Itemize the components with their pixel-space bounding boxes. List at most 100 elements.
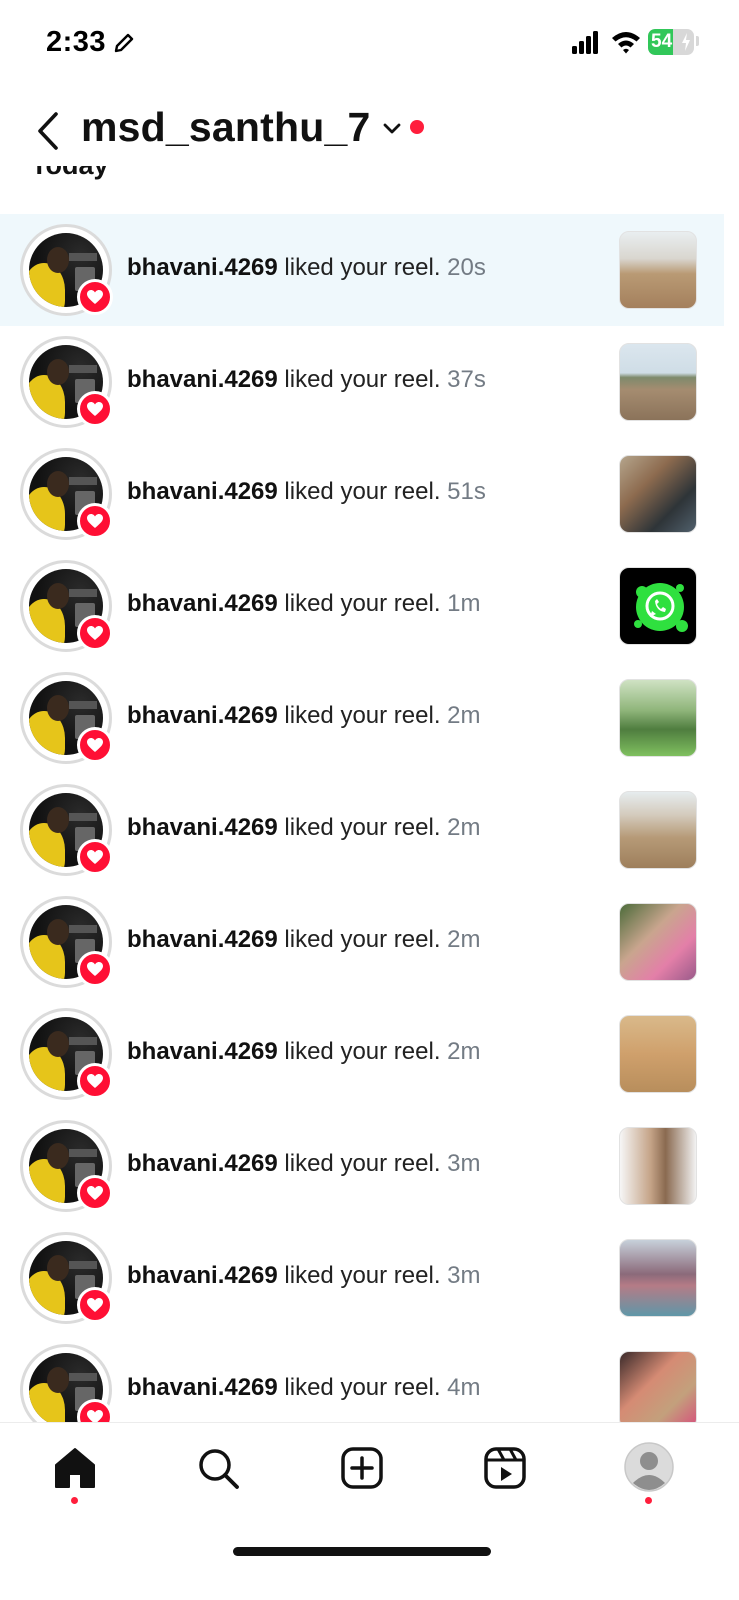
notification-text: bhavani.4269 liked your reel. 2m xyxy=(127,1038,481,1066)
heart-icon xyxy=(77,1063,113,1099)
home-indicator xyxy=(233,1547,491,1556)
status-time: 2:33 xyxy=(46,26,107,58)
battery-cap xyxy=(696,36,699,46)
whatsapp-logo-icon xyxy=(634,583,688,632)
notification-row[interactable]: bhavani.4269 liked your reel. 2m xyxy=(0,998,724,1110)
username-link[interactable]: bhavani.4269 xyxy=(127,1262,278,1289)
username-link[interactable]: bhavani.4269 xyxy=(127,814,278,841)
notification-action: liked your reel. xyxy=(277,1150,448,1177)
user-avatar[interactable] xyxy=(20,1344,113,1422)
user-avatar[interactable] xyxy=(20,672,113,764)
notification-action: liked your reel. xyxy=(277,926,448,953)
notification-time: 2m xyxy=(447,702,481,729)
notification-action: liked your reel. xyxy=(277,366,448,393)
notification-row[interactable]: bhavani.4269 liked your reel. 4m xyxy=(0,1334,724,1422)
reel-thumbnail[interactable] xyxy=(619,1239,697,1317)
user-avatar[interactable] xyxy=(20,896,113,988)
notification-text: bhavani.4269 liked your reel. 4m xyxy=(127,1374,481,1402)
reel-thumbnail[interactable] xyxy=(619,903,697,981)
user-avatar[interactable] xyxy=(20,560,113,652)
user-avatar[interactable] xyxy=(20,1232,113,1324)
notification-row[interactable]: bhavani.4269 liked your reel. 2m xyxy=(0,662,724,774)
reel-thumbnail[interactable] xyxy=(619,791,697,869)
wifi-icon xyxy=(612,32,640,54)
username-link[interactable]: bhavani.4269 xyxy=(127,478,278,505)
bottom-nav xyxy=(0,1422,739,1600)
heart-icon xyxy=(77,391,113,427)
notification-time: 3m xyxy=(447,1262,481,1289)
profile-avatar-icon[interactable] xyxy=(623,1441,675,1493)
reel-thumbnail[interactable] xyxy=(619,567,697,645)
heart-icon xyxy=(77,615,113,651)
notification-action: liked your reel. xyxy=(277,702,448,729)
create-icon[interactable] xyxy=(337,1443,387,1493)
username-link[interactable]: bhavani.4269 xyxy=(127,366,278,393)
reel-thumbnail[interactable] xyxy=(619,1351,697,1422)
notification-text: bhavani.4269 liked your reel. 2m xyxy=(127,926,481,954)
reel-thumbnail[interactable] xyxy=(619,1127,697,1205)
heart-icon xyxy=(77,1287,113,1323)
notification-time: 37s xyxy=(447,366,486,393)
notification-text: bhavani.4269 liked your reel. 3m xyxy=(127,1150,481,1178)
unread-dot xyxy=(410,120,424,134)
username-link[interactable]: bhavani.4269 xyxy=(127,590,278,617)
notification-row[interactable]: bhavani.4269 liked your reel. 2m xyxy=(0,774,724,886)
heart-icon xyxy=(77,1175,113,1211)
notification-action: liked your reel. xyxy=(277,814,448,841)
search-icon[interactable] xyxy=(193,1443,243,1493)
notification-text: bhavani.4269 liked your reel. 2m xyxy=(127,814,481,842)
back-icon[interactable] xyxy=(30,106,70,156)
home-notification-dot xyxy=(71,1497,78,1504)
notification-text: bhavani.4269 liked your reel. 20s xyxy=(127,254,486,282)
notification-row[interactable]: bhavani.4269 liked your reel. 1m xyxy=(0,550,724,662)
notification-action: liked your reel. xyxy=(277,254,448,281)
notification-row[interactable]: bhavani.4269 liked your reel. 37s xyxy=(0,326,724,438)
heart-icon xyxy=(77,839,113,875)
user-avatar[interactable] xyxy=(20,224,113,316)
notification-row[interactable]: bhavani.4269 liked your reel. 20s xyxy=(0,214,724,326)
notification-action: liked your reel. xyxy=(277,478,448,505)
username-link[interactable]: bhavani.4269 xyxy=(127,254,278,281)
reel-thumbnail[interactable] xyxy=(619,231,697,309)
account-switcher[interactable]: msd_santhu_7 xyxy=(81,104,371,151)
username-link[interactable]: bhavani.4269 xyxy=(127,926,278,953)
notification-row[interactable]: bhavani.4269 liked your reel. 3m xyxy=(0,1222,724,1334)
reel-thumbnail[interactable] xyxy=(619,679,697,757)
reel-thumbnail[interactable] xyxy=(619,455,697,533)
notification-row[interactable]: bhavani.4269 liked your reel. 2m xyxy=(0,886,724,998)
user-avatar[interactable] xyxy=(20,1008,113,1100)
notification-time: 2m xyxy=(447,814,481,841)
notification-time: 3m xyxy=(447,1150,481,1177)
signal-icon xyxy=(572,31,598,54)
notification-time: 51s xyxy=(447,478,486,505)
username-link[interactable]: bhavani.4269 xyxy=(127,1038,278,1065)
pencil-icon xyxy=(114,33,134,53)
heart-icon xyxy=(77,279,113,315)
notification-list[interactable]: bhavani.4269 liked your reel. 20s bhavani… xyxy=(0,214,724,1422)
notification-time: 20s xyxy=(447,254,486,281)
reels-icon[interactable] xyxy=(480,1443,530,1493)
profile-notification-dot xyxy=(645,1497,652,1504)
user-avatar[interactable] xyxy=(20,1120,113,1212)
notification-text: bhavani.4269 liked your reel. 1m xyxy=(127,590,481,618)
username-link[interactable]: bhavani.4269 xyxy=(127,702,278,729)
notification-time: 1m xyxy=(447,590,481,617)
user-avatar[interactable] xyxy=(20,448,113,540)
reel-thumbnail[interactable] xyxy=(619,1015,697,1093)
username-link[interactable]: bhavani.4269 xyxy=(127,1150,278,1177)
username-link[interactable]: bhavani.4269 xyxy=(127,1374,278,1401)
notification-text: bhavani.4269 liked your reel. 37s xyxy=(127,366,486,394)
user-avatar[interactable] xyxy=(20,784,113,876)
notification-time: 2m xyxy=(447,1038,481,1065)
notification-text: bhavani.4269 liked your reel. 2m xyxy=(127,702,481,730)
notification-time: 2m xyxy=(447,926,481,953)
notification-row[interactable]: bhavani.4269 liked your reel. 51s xyxy=(0,438,724,550)
user-avatar[interactable] xyxy=(20,336,113,428)
heart-icon xyxy=(77,1399,113,1422)
notification-row[interactable]: bhavani.4269 liked your reel. 3m xyxy=(0,1110,724,1222)
reel-thumbnail[interactable] xyxy=(619,343,697,421)
status-bar: 2:33 54 xyxy=(0,0,739,90)
home-icon[interactable] xyxy=(50,1443,100,1493)
chevron-down-icon[interactable] xyxy=(381,118,403,140)
heart-icon xyxy=(77,951,113,987)
